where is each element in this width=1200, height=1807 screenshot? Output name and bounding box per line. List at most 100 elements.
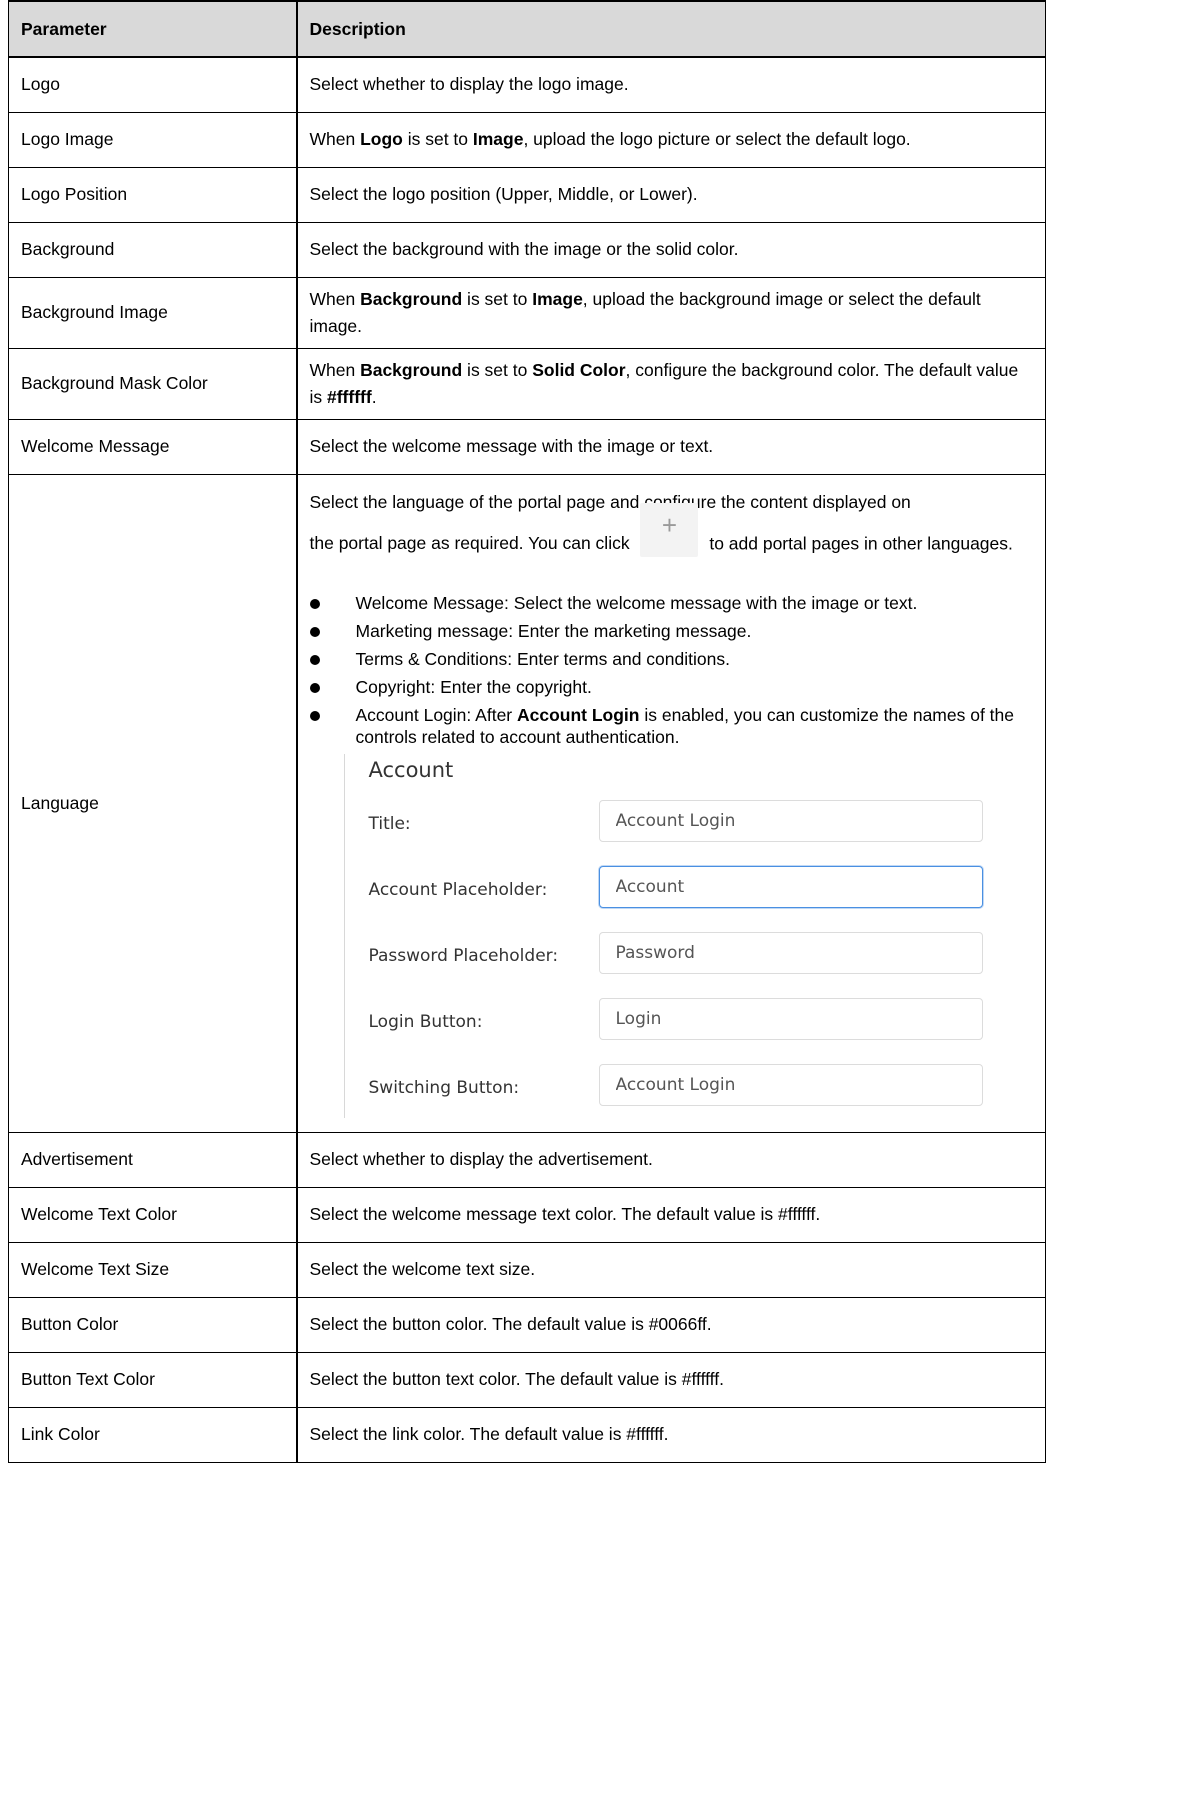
desc-bold-term: Logo	[360, 129, 403, 149]
desc-cell: When Background is set to Image, upload …	[295, 276, 1046, 349]
desc-text: When	[309, 288, 361, 309]
param-cell: Background Mask Color	[8, 347, 297, 420]
field-label: Title:	[368, 814, 411, 834]
account-placeholder-input[interactable]	[598, 865, 983, 908]
table-row: Link Color Select the link color. The def…	[8, 1406, 1046, 1463]
language-bullet-list: Welcome Message: Select the welcome mess…	[309, 592, 1034, 748]
desc-cell: Select the welcome message text color. T…	[295, 1186, 1046, 1243]
title-input[interactable]	[598, 799, 983, 842]
desc-text: When	[309, 129, 361, 149]
desc-cell: Select the logo position (Upper, Middle,…	[295, 166, 1046, 223]
desc-bold-term: #ffffff	[327, 386, 372, 407]
language-description: Select the language of the portal page a…	[309, 488, 1034, 1118]
account-panel-title: Account	[368, 757, 454, 782]
param-cell: Button Color	[8, 1296, 297, 1353]
param-cell: Logo Image	[8, 111, 297, 168]
desc-text: is set to	[462, 288, 533, 309]
language-desc-cell: Select the language of the portal page a…	[295, 473, 1046, 1133]
table-row: Background Image When Background is set t…	[8, 276, 1046, 349]
desc-text: .	[371, 386, 377, 407]
param-cell: Language	[8, 473, 297, 1133]
desc-text: Select the button text color. The defaul…	[309, 1369, 724, 1389]
desc-text: Select the background with the image or …	[309, 239, 739, 259]
desc-cell: When Logo is set to Image, upload the lo…	[295, 111, 1046, 168]
desc-cell: Select the link color. The default value…	[295, 1406, 1046, 1463]
switching-button-input[interactable]	[598, 1063, 983, 1106]
list-item: Copyright: Enter the copyright.	[309, 676, 1034, 698]
list-item: Marketing message: Enter the marketing m…	[309, 620, 1034, 642]
table-row: Logo Image When Logo is set to Image, upl…	[8, 111, 1046, 168]
account-field-login-button: Login Button:	[369, 986, 1009, 1052]
list-item: Welcome Message: Select the welcome mess…	[309, 592, 1034, 614]
desc-cell: Select the welcome text size.	[295, 1241, 1046, 1298]
desc-text: Select the welcome message with the imag…	[309, 436, 714, 456]
field-label: Password Placeholder:	[368, 946, 559, 966]
desc-cell: Select the button text color. The defaul…	[295, 1351, 1046, 1408]
desc-text: Select whether to display the advertisem…	[309, 1149, 653, 1169]
desc-text: Select whether to display the logo image…	[309, 74, 629, 95]
desc-text: Select the button color. The default val…	[309, 1314, 712, 1334]
desc-cell: Select the welcome message with the imag…	[295, 418, 1046, 475]
desc-text: Select the welcome message text color. T…	[309, 1204, 821, 1224]
header-description: Description	[295, 0, 1046, 58]
param-cell: Background Image	[8, 276, 297, 349]
add-language-button[interactable]: +	[640, 502, 699, 557]
desc-bold-term: Background	[360, 359, 463, 380]
param-cell: Welcome Message	[8, 418, 297, 475]
header-parameter: Parameter	[8, 0, 297, 58]
desc-text: is set to	[402, 129, 473, 149]
param-cell: Logo Position	[8, 166, 297, 223]
table-row: Button Color Select the button color. The…	[8, 1296, 1046, 1353]
param-cell: Link Color	[8, 1406, 297, 1463]
desc-bold-term: Solid Color	[532, 359, 626, 380]
account-login-bold: Account Login	[517, 704, 640, 725]
table-row: Logo Position Select the logo position (U…	[8, 166, 1046, 223]
param-cell: Welcome Text Size	[8, 1241, 297, 1298]
table-row: Language Select the language of the port…	[8, 473, 1046, 1133]
password-placeholder-input[interactable]	[598, 931, 983, 974]
desc-cell: When Background is set to Solid Color, c…	[295, 347, 1046, 420]
desc-cell: Select the button color. The default val…	[295, 1296, 1046, 1353]
field-label: Account Placeholder:	[368, 880, 548, 900]
list-item: Terms & Conditions: Enter terms and cond…	[309, 648, 1034, 670]
table-row: Background Mask Color When Background is …	[8, 347, 1046, 420]
table-header-row: Parameter Description	[8, 0, 1046, 58]
param-cell: Background	[8, 221, 297, 278]
plus-icon: +	[661, 509, 678, 540]
table-body: Logo Select whether to display the logo i…	[8, 56, 1046, 1463]
language-intro-text-2: to add portal pages in other languages.	[709, 533, 1013, 554]
desc-bold-term: Image	[472, 129, 524, 149]
table-row: Advertisement Select whether to display t…	[8, 1131, 1046, 1188]
account-settings-panel: Account Title: Account Placeholder: Pass…	[343, 753, 1009, 1118]
list-item-account-login: Account Login: After Account Login is en…	[309, 704, 1034, 748]
desc-cell: Select whether to display the logo image…	[295, 56, 1046, 113]
table-row: Logo Select whether to display the logo i…	[8, 56, 1046, 113]
desc-cell: Select the background with the image or …	[295, 221, 1046, 278]
desc-text: Select the welcome text size.	[309, 1259, 536, 1279]
desc-bold-term: Image	[532, 288, 583, 309]
field-label: Switching Button:	[368, 1078, 520, 1098]
desc-text: , upload the logo picture or select the …	[523, 129, 911, 149]
desc-bold-term: Background	[360, 288, 463, 309]
desc-text: is set to	[462, 359, 533, 380]
login-button-input[interactable]	[598, 997, 983, 1040]
table-row: Background Select the background with the…	[8, 221, 1046, 278]
table-row: Welcome Text Color Select the welcome mes…	[8, 1186, 1046, 1243]
account-field-switching-button: Switching Button:	[369, 1052, 1009, 1118]
table-row: Button Text Color Select the button text …	[8, 1351, 1046, 1408]
param-cell: Button Text Color	[8, 1351, 297, 1408]
account-field-title: Title:	[369, 788, 1009, 854]
field-label: Login Button:	[368, 1012, 483, 1032]
param-cell: Welcome Text Color	[8, 1186, 297, 1243]
table-row: Welcome Text Size Select the welcome text…	[8, 1241, 1046, 1298]
param-cell: Logo	[8, 56, 297, 113]
param-cell: Advertisement	[8, 1131, 297, 1188]
account-field-password-placeholder: Password Placeholder:	[369, 920, 1009, 986]
table-row: Welcome Message Select the welcome messag…	[8, 418, 1046, 475]
desc-cell: Select whether to display the advertisem…	[295, 1131, 1046, 1188]
desc-text: Select the logo position (Upper, Middle,…	[309, 184, 698, 204]
account-login-text-before: Account Login: After	[355, 704, 517, 725]
desc-text: Select the link color. The default value…	[309, 1424, 669, 1444]
language-intro: Select the language of the portal page a…	[310, 488, 1034, 574]
desc-text: When	[309, 359, 361, 380]
